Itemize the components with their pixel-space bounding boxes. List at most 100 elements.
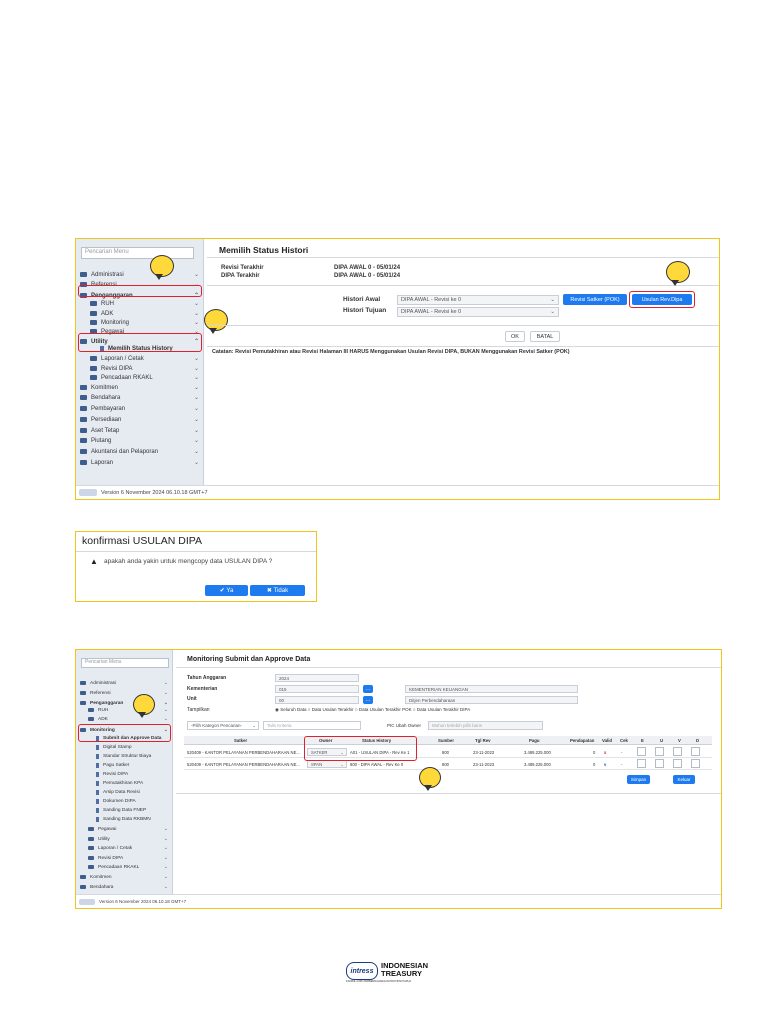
- sidebar-item-label: Pembayaran: [91, 405, 126, 412]
- sidebar-item[interactable]: Dokumen DIPA: [80, 799, 168, 804]
- radio-group[interactable]: ◉ Seluruh Data ○ Data Usulan Terakhir ○ …: [275, 707, 470, 713]
- chevron-icon: ⌄: [193, 366, 199, 372]
- unit-lookup-button[interactable]: …: [363, 696, 373, 704]
- sidebar-item[interactable]: Digital Stamp: [80, 745, 168, 750]
- chevron-down-icon: ⌄: [163, 690, 168, 696]
- histori-tujuan-select[interactable]: DIPA AWAL - Revisi ke 0 ⌄: [397, 307, 559, 317]
- ya-button[interactable]: ✔ Ya: [205, 585, 248, 596]
- sidebar-item-label: Digital Stamp: [103, 745, 132, 750]
- sidebar-item[interactable]: Administrasi ⌄: [80, 271, 199, 278]
- sidebar-item[interactable]: Piutang ⌄: [80, 437, 199, 444]
- checkbox[interactable]: [673, 759, 682, 768]
- sidebar-item-label: Sanding Data FNEP: [103, 808, 147, 813]
- sidebar-item[interactable]: Pemutakhiran KPA: [80, 781, 168, 786]
- sidebar-item-label: Laporan / Cetak: [98, 845, 133, 851]
- kategori-select[interactable]: -Pilih Kategori Pencarian- ⌄: [187, 721, 259, 730]
- batal-button[interactable]: BATAL: [530, 331, 560, 342]
- chevron-down-icon: ⌄: [252, 722, 256, 728]
- column-header: D: [696, 738, 700, 743]
- chevron-icon: ⌄: [193, 438, 199, 444]
- sidebar-item[interactable]: Laporan / Cetak ⌄: [80, 845, 168, 851]
- checkbox[interactable]: [673, 747, 682, 756]
- kementerian-code-field[interactable]: 015: [275, 685, 359, 693]
- sidebar-item[interactable]: Komitmen ⌄: [80, 384, 199, 391]
- sidebar-item[interactable]: Pembayaran ⌄: [80, 405, 199, 412]
- cell-pagu: 3.489.225.000: [524, 762, 551, 767]
- revisi-satker-button[interactable]: Revisi Satker (POK): [563, 294, 627, 305]
- sidebar-item[interactable]: ADK ⌄: [80, 310, 199, 317]
- tidak-button[interactable]: ✖ Tidak: [250, 585, 305, 596]
- checkbox[interactable]: [655, 759, 664, 768]
- sidebar-item[interactable]: Monitoring ⌄: [80, 319, 199, 326]
- checkbox[interactable]: [637, 759, 646, 768]
- sidebar-item[interactable]: Revisi DIPA: [80, 772, 168, 777]
- chevron-down-icon: ⌄: [163, 700, 168, 706]
- column-header: Valid: [602, 738, 613, 743]
- document-icon: [96, 790, 99, 795]
- callout-bubble: [419, 767, 441, 791]
- sidebar-item[interactable]: RUH ⌄: [80, 707, 168, 713]
- sidebar-item[interactable]: Revisi DIPA ⌄: [80, 855, 168, 861]
- menu-search-input[interactable]: Pencarian Menu: [81, 658, 169, 668]
- owner-select[interactable]: SPAN ⌄: [307, 760, 347, 768]
- kriteria-input[interactable]: Talis Kriteria: [263, 721, 361, 730]
- sidebar-item[interactable]: Bendahara ⌄: [80, 884, 168, 890]
- sidebar-item[interactable]: Referensi ⌄: [80, 690, 168, 696]
- sidebar-item[interactable]: Sanding Data FNEP: [80, 808, 168, 813]
- sidebar-item[interactable]: Arsip Data Revisi: [80, 790, 168, 795]
- sidebar-item[interactable]: Pencadaan RKAKL ⌄: [80, 374, 199, 381]
- sidebar-item[interactable]: Sanding Data RKBMN: [80, 817, 168, 822]
- checkbox[interactable]: [655, 747, 664, 756]
- histori-awal-select[interactable]: DIPA AWAL - Revisi ke 0 ⌄: [397, 295, 559, 305]
- kementerian-lookup-button[interactable]: …: [363, 685, 373, 693]
- dialog-message: apakah anda yakin untuk mengcopy data US…: [104, 558, 273, 565]
- radio-icon[interactable]: ○: [308, 707, 311, 712]
- sidebar-item[interactable]: Revisi DIPA ⌄: [80, 365, 199, 372]
- pic-input[interactable]: Mohon terlebih pilih baris: [428, 721, 543, 730]
- sidebar-item[interactable]: Bendahara ⌄: [80, 394, 199, 401]
- radio-selected-icon[interactable]: ◉: [275, 707, 279, 712]
- brand-tagline: KANWIL DJPb PERBENDAHARAAN PROVINSI PAPU…: [346, 980, 412, 983]
- kementerian-label: Kementerian: [187, 686, 218, 692]
- table-row[interactable]: 520409 - KANTOR PELAYANAN PERBENDAHARAAN…: [184, 746, 712, 758]
- sidebar-item[interactable]: Standar Struktur Biaya: [80, 754, 168, 759]
- chevron-down-icon: ⌄: [163, 884, 168, 890]
- screenshot-monitoring-submit: Pencarian Menu Administrasi ⌄ Referensi ⌄ Pe…: [75, 649, 722, 909]
- sidebar-item[interactable]: Laporan / Cetak ⌄: [80, 355, 199, 362]
- callout-bubble: [133, 694, 155, 718]
- cell-cek: -: [621, 750, 623, 755]
- folder-icon: [88, 717, 94, 721]
- chevron-icon: ⌄: [193, 395, 199, 401]
- sidebar-item[interactable]: Akuntansi dan Pelaporan ⌄: [80, 448, 199, 455]
- sidebar-item[interactable]: Utility ⌄: [80, 836, 168, 842]
- sidebar-item[interactable]: Pagu Satker: [80, 763, 168, 768]
- callout-bubble: [666, 261, 690, 286]
- checkbox[interactable]: [691, 759, 700, 768]
- folder-icon: [88, 827, 94, 831]
- checkbox[interactable]: [637, 747, 646, 756]
- radio-icon[interactable]: ○: [355, 707, 358, 712]
- sidebar-item[interactable]: RUH ⌄: [80, 300, 199, 307]
- sidebar-item[interactable]: Aset Tetap ⌄: [80, 427, 199, 434]
- sidebar-item[interactable]: Persediaan ⌄: [80, 416, 199, 423]
- sidebar-item[interactable]: Administrasi ⌄: [80, 680, 168, 686]
- radio-icon[interactable]: ○: [413, 707, 416, 712]
- ok-button[interactable]: OK: [505, 331, 525, 342]
- sidebar-item[interactable]: Pencadaan RKAKL ⌄: [80, 864, 168, 870]
- sidebar-item-label: Komitmen: [90, 874, 112, 880]
- sidebar-item[interactable]: Laporan ⌄: [80, 459, 199, 466]
- sidebar: Pencarian Menu Administrasi ⌄ Referensi ⌄ Pe…: [76, 650, 173, 894]
- sidebar-item[interactable]: Pegawai ⌄: [80, 826, 168, 832]
- sidebar-item[interactable]: Komitmen ⌄: [80, 874, 168, 880]
- highlight-monitoring: [78, 724, 171, 742]
- cell-pendapatan: 0: [593, 762, 596, 767]
- menu-search-input[interactable]: Pencarian Menu: [81, 247, 194, 259]
- sidebar-item[interactable]: ADK ⌄: [80, 716, 168, 722]
- tahun-field[interactable]: 2024: [275, 674, 359, 682]
- keluar-button[interactable]: Keluar: [673, 775, 695, 784]
- unit-code-field[interactable]: 00: [275, 696, 359, 704]
- table-row[interactable]: 520409 - KANTOR PELAYANAN PERBENDAHARAAN…: [184, 758, 712, 770]
- intress-logo-icon: intress: [346, 962, 378, 980]
- checkbox[interactable]: [691, 747, 700, 756]
- simpan-button[interactable]: Simpan: [627, 775, 650, 784]
